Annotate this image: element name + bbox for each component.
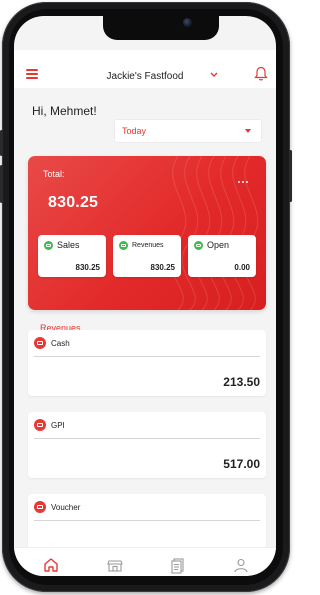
total-summary-card: Total: 830.25 Sales 830.25 Revenues 830.… [28, 156, 266, 310]
profile-icon[interactable] [232, 556, 250, 574]
app-header: Jackie's Fastfood [14, 50, 276, 88]
card-icon [34, 501, 46, 513]
receipt-icon[interactable] [169, 556, 187, 574]
revenue-item-name: Cash [51, 339, 70, 348]
revenue-item-amount: 213.50 [223, 375, 260, 389]
camera-icon [183, 18, 192, 27]
greeting-text: Hi, Mehmet! [32, 104, 97, 118]
revenues-label: Revenues [132, 242, 164, 249]
caret-down-icon [245, 129, 251, 133]
total-label: Total: [43, 169, 65, 179]
divider [34, 520, 260, 521]
revenue-item-name: Voucher [51, 503, 81, 512]
divider [34, 438, 260, 439]
open-value: 0.00 [234, 263, 250, 272]
store-icon[interactable] [106, 556, 124, 574]
phone-notch [103, 16, 219, 40]
revenue-item-cash[interactable]: Cash 213.50 [28, 330, 266, 396]
sales-card[interactable]: Sales 830.25 [38, 235, 106, 277]
total-value: 830.25 [48, 194, 99, 211]
wave-pattern [169, 156, 259, 310]
revenue-item-gpi[interactable]: GPI 517.00 [28, 412, 266, 478]
side-button [289, 150, 292, 202]
revenues-card[interactable]: Revenues 830.25 [113, 235, 181, 277]
home-icon[interactable] [42, 556, 60, 574]
card-icon [34, 419, 46, 431]
revenues-value: 830.25 [150, 263, 175, 272]
chevron-down-icon[interactable] [209, 70, 219, 80]
more-options-icon[interactable] [238, 170, 252, 183]
side-button [0, 165, 3, 203]
bell-icon[interactable] [254, 66, 268, 82]
date-filter-select[interactable]: Today [114, 119, 262, 143]
open-card[interactable]: Open 0.00 [188, 235, 256, 277]
card-icon [34, 337, 46, 349]
cash-icon [119, 241, 128, 250]
sales-value: 830.25 [75, 263, 100, 272]
restaurant-name[interactable]: Jackie's Fastfood [14, 71, 276, 82]
revenue-item-name: GPI [51, 421, 65, 430]
date-filter-value: Today [122, 126, 147, 136]
open-label: Open [207, 240, 230, 250]
cash-icon [44, 241, 53, 250]
cash-icon [194, 241, 203, 250]
app-screen: Jackie's Fastfood Hi, Mehmet! Today Tota… [14, 16, 276, 576]
bottom-tab-bar [14, 547, 276, 576]
revenue-item-amount: 517.00 [223, 457, 260, 471]
divider [34, 356, 260, 357]
side-button [0, 130, 3, 156]
sales-label: Sales [57, 240, 80, 250]
